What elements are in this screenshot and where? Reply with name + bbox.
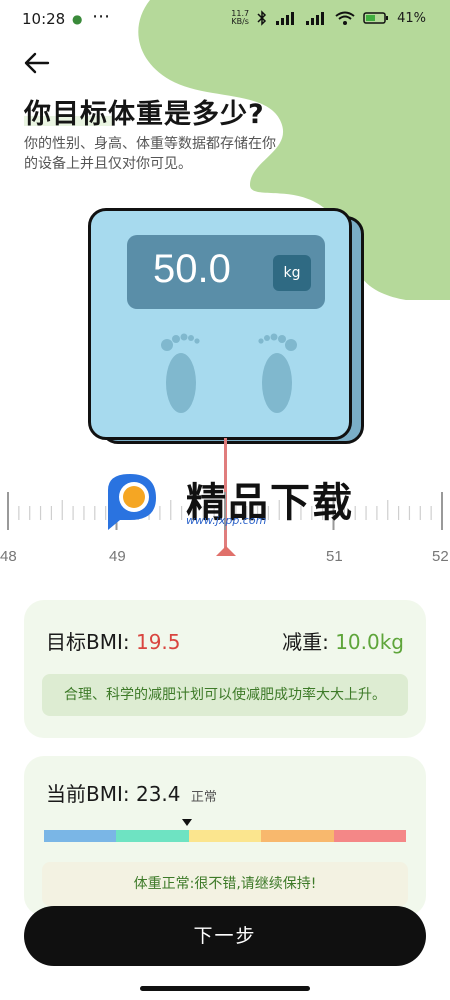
target-tip: 合理、科学的减肥计划可以使减肥成功率大大上升。 <box>42 674 408 716</box>
bluetooth-icon <box>257 10 267 26</box>
ruler-label: 49 <box>109 548 126 565</box>
weight-value: 50.0 <box>153 247 231 291</box>
bmi-bar-segment <box>261 830 334 842</box>
page-subtitle: 你的性别、身高、体重等数据都存储在你的设备上并且仅对你可见。 <box>24 136 276 172</box>
bmi-marker-icon <box>182 819 192 826</box>
current-tip: 体重正常:很不错,请继续保持! <box>42 862 408 906</box>
signal-icon-2 <box>306 12 325 25</box>
bmi-bar-segment <box>188 830 262 842</box>
battery-percent: 41% <box>397 10 426 26</box>
watermark: 精品下载 www.jxpp.com <box>100 470 360 534</box>
signal-icon <box>276 12 295 25</box>
net-speed: 11.7 KB/s <box>231 9 250 26</box>
home-indicator <box>140 986 310 991</box>
target-bmi-value: 19.5 <box>135 630 181 654</box>
ruler-pointer-icon <box>216 546 236 556</box>
ruler-label: 48 <box>0 548 17 565</box>
notification-icon: ● <box>72 12 83 26</box>
bmi-status: 正常 <box>190 790 217 805</box>
watermark-logo <box>108 474 156 530</box>
bmi-bar-segment <box>116 830 189 842</box>
next-button[interactable]: 下一步 <box>24 906 426 966</box>
current-bmi-value: 23.4 <box>135 782 181 806</box>
status-bar: 10:28 ● ⋯ 11.7 KB/s 41% <box>22 6 426 34</box>
left-footprint-icon <box>161 333 200 413</box>
ruler-label: 51 <box>326 548 343 565</box>
battery-icon <box>363 12 389 24</box>
status-time: 10:28 <box>22 10 66 28</box>
watermark-url: www.jxpp.com <box>186 514 267 527</box>
more-notifications-icon: ⋯ <box>92 6 111 27</box>
current-bmi-label: 当前BMI: <box>46 782 130 806</box>
weight-loss-label: 减重: <box>282 630 329 654</box>
weight-unit: kg <box>273 255 311 291</box>
scale-face: 50.0 kg <box>88 208 352 440</box>
current-bmi-card: 当前BMI: 23.4 正常 体重正常:很不错,请继续保持! <box>24 756 426 916</box>
weight-loss-value: 10.0kg <box>335 630 404 654</box>
ruler-label: 52 <box>432 548 449 565</box>
target-bmi-card: 目标BMI: 19.5 减重: 10.0kg 合理、科学的减肥计划可以使减肥成功… <box>24 600 426 738</box>
back-arrow-icon[interactable] <box>22 48 52 78</box>
page-title: 你目标体重是多少? <box>24 99 265 130</box>
target-bmi-label: 目标BMI: <box>46 630 130 654</box>
bathroom-scale: 50.0 kg <box>88 208 364 444</box>
bmi-scale-bar <box>44 830 407 842</box>
bmi-bar-segment <box>44 830 117 842</box>
bmi-bar-segment <box>333 830 407 842</box>
wifi-icon <box>335 11 355 25</box>
right-footprint-icon <box>258 333 297 413</box>
scale-display: 50.0 kg <box>127 235 325 309</box>
